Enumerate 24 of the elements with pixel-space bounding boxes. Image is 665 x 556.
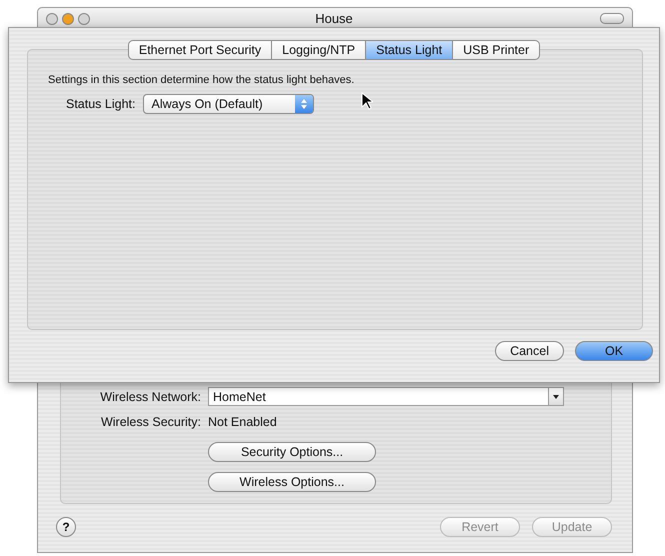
status-light-popup[interactable]: Always On (Default) xyxy=(142,94,314,114)
toolbar-toggle-icon[interactable] xyxy=(600,13,624,24)
zoom-icon[interactable] xyxy=(78,12,90,24)
tab[interactable]: USB Printer xyxy=(453,40,540,60)
window-title: House xyxy=(314,11,354,26)
push-button[interactable]: Cancel xyxy=(495,341,564,361)
caret-icon[interactable] xyxy=(548,388,563,405)
network-combo-field[interactable]: HomeNet xyxy=(208,387,564,406)
field-label: Wireless Security: xyxy=(100,415,201,429)
help-button[interactable]: ? xyxy=(56,517,76,537)
tab[interactable]: Status Light xyxy=(366,40,454,60)
tab[interactable]: Logging/NTP xyxy=(272,40,366,60)
field-value: Not Enabled xyxy=(208,415,278,429)
field-label: Status Light: xyxy=(66,97,136,111)
push-button[interactable]: Security Options... xyxy=(208,442,376,462)
push-button[interactable]: Wireless Options... xyxy=(208,472,376,492)
push-button[interactable]: OK xyxy=(575,341,653,361)
cursor-icon xyxy=(361,92,373,110)
field-label: Wireless Network: xyxy=(99,390,201,404)
tab[interactable]: Ethernet Port Security xyxy=(128,40,272,60)
stepper-icon xyxy=(294,95,312,113)
close-icon[interactable] xyxy=(46,12,58,24)
minimize-icon[interactable] xyxy=(62,12,74,24)
description-text: Settings in this section determine how the status light behaves. xyxy=(48,74,356,86)
